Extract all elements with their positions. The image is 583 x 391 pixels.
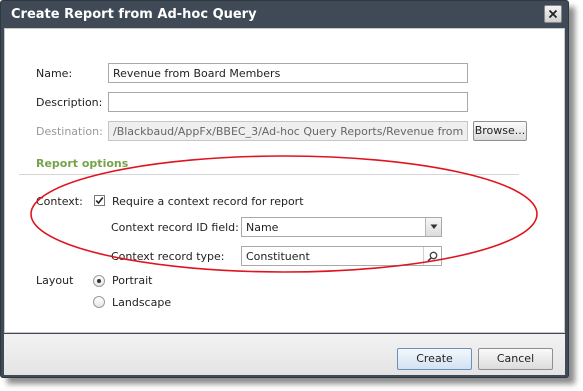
annotation-ellipse [30, 155, 538, 273]
annotation-ellipse-overlay [30, 155, 538, 273]
